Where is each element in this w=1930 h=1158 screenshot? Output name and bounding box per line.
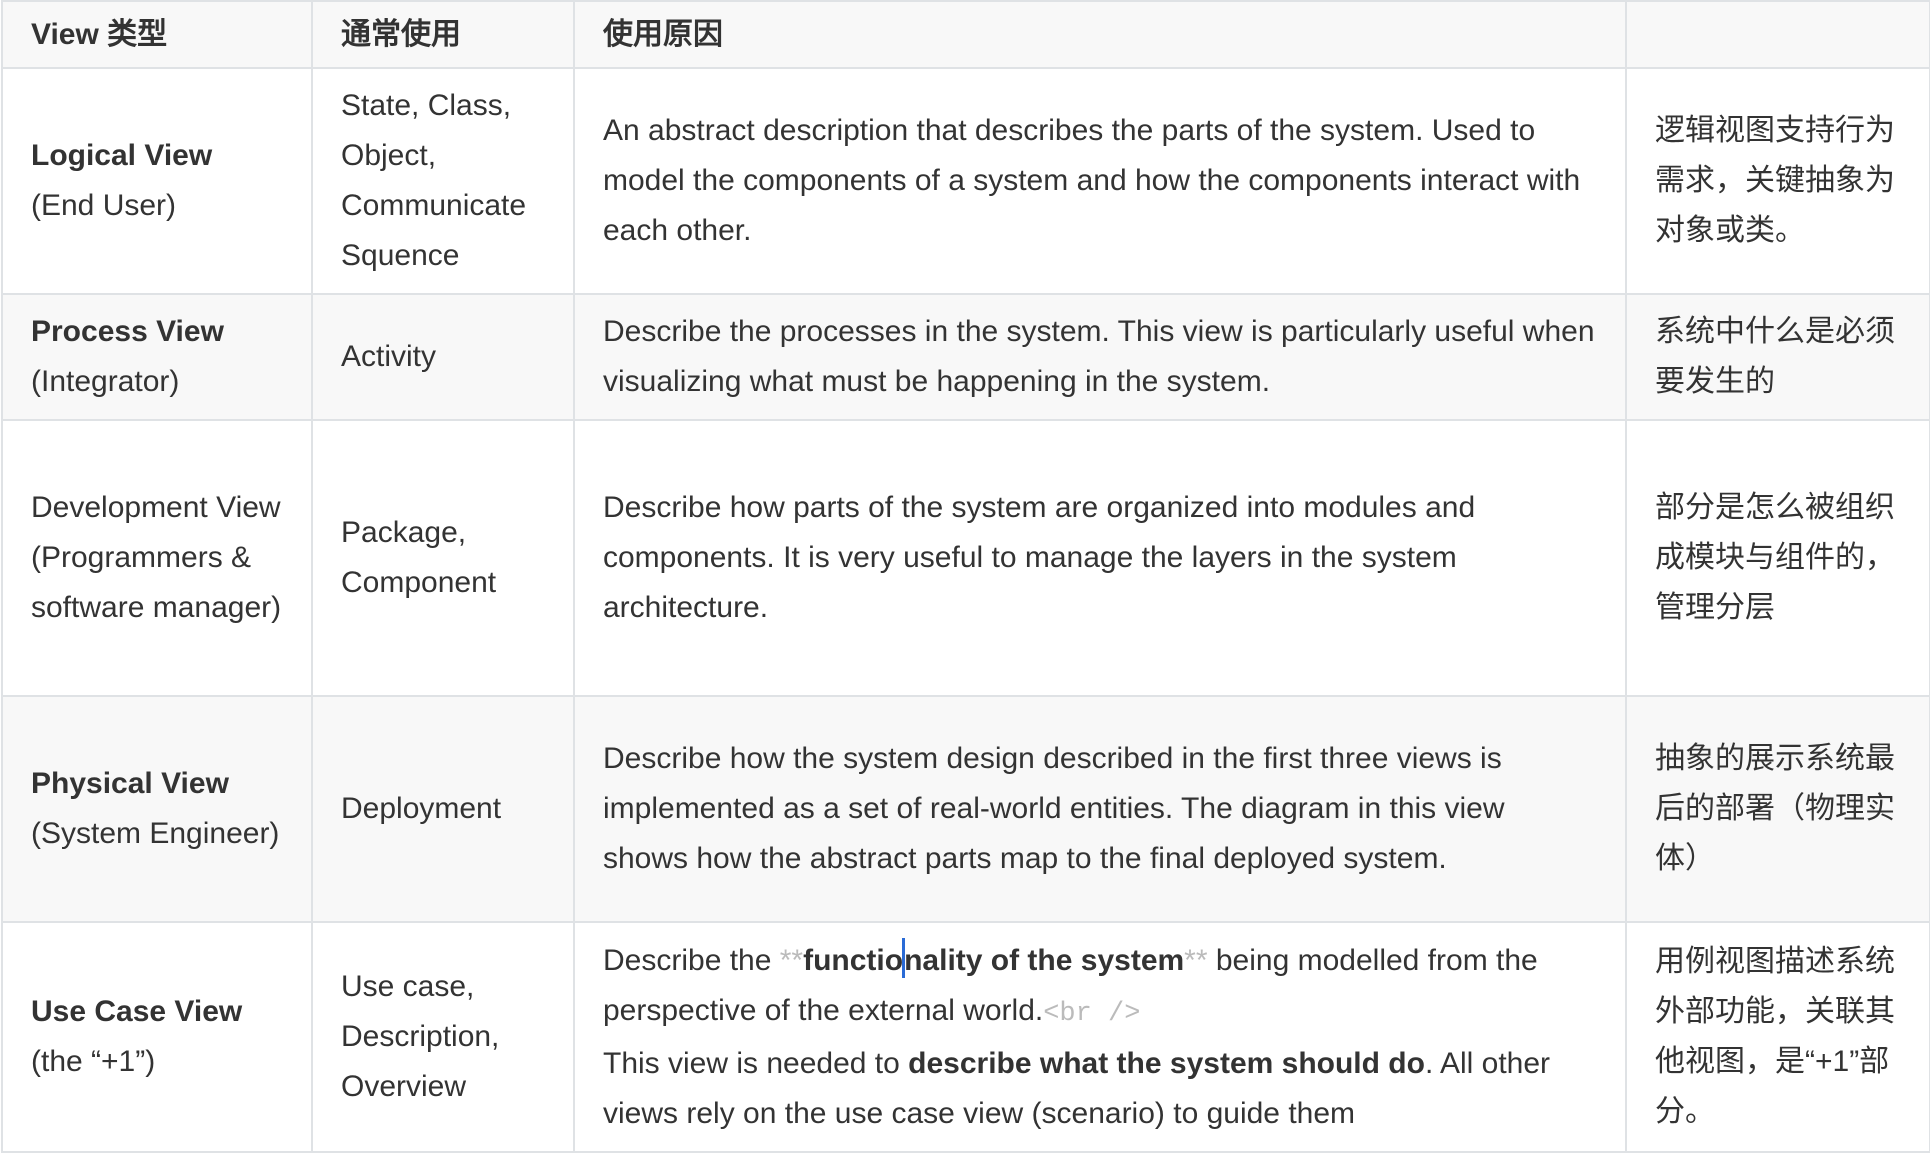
note-cell[interactable]: 用例视图描述系统外部功能，关联其他视图，是“+1”部分。	[1625, 921, 1930, 1153]
usage-cell[interactable]: Package, Component	[311, 419, 575, 697]
view-role: (the “+1”)	[31, 1045, 156, 1078]
note-cell[interactable]: 部分是怎么被组织成模块与组件的，管理分层	[1625, 419, 1930, 697]
markdown-bold-marker: **	[779, 943, 804, 977]
bold-text: functio	[803, 943, 904, 977]
view-cell[interactable]: Physical View (System Engineer)	[1, 695, 313, 923]
table-row: Use Case View (the “+1”) Use case, Descri…	[1, 921, 1930, 1153]
reason-cell[interactable]: Describe how parts of the system are org…	[573, 419, 1627, 697]
html-br-tag: <br />	[1043, 998, 1141, 1029]
usage-cell[interactable]: State, Class, Object, Communicate Squenc…	[311, 67, 575, 295]
view-name: Logical View	[31, 139, 213, 172]
view-cell[interactable]: Process View (Integrator)	[1, 293, 313, 421]
view-cell[interactable]: Use Case View (the “+1”)	[1, 921, 313, 1153]
header-reason[interactable]: 使用原因	[573, 0, 1627, 69]
header-usage[interactable]: 通常使用	[311, 0, 575, 69]
header-note[interactable]	[1625, 0, 1930, 69]
view-cell[interactable]: Logical View (End User)	[1, 67, 313, 295]
reason-cell[interactable]: An abstract description that describes t…	[573, 67, 1627, 295]
view-role: (End User)	[31, 189, 177, 222]
view-role: (System Engineer)	[31, 817, 280, 850]
table-row: Physical View (System Engineer) Deploymen…	[1, 695, 1930, 923]
table-row: Logical View (End User) State, Class, Obj…	[1, 67, 1930, 295]
view-role: (Integrator)	[31, 365, 180, 398]
table-row: Process View (Integrator) Activity Descri…	[1, 293, 1930, 421]
view-name: Process View	[31, 315, 224, 348]
header-view-type[interactable]: View 类型	[1, 0, 313, 69]
view-name: Use Case View	[31, 995, 243, 1028]
note-cell[interactable]: 逻辑视图支持行为需求，关键抽象为对象或类。	[1625, 67, 1930, 295]
table-row: Development View (Programmers & software…	[1, 419, 1930, 697]
usage-cell[interactable]: Activity	[311, 293, 575, 421]
reason-cell[interactable]: Describe the processes in the system. Th…	[573, 293, 1627, 421]
view-name: Physical View	[31, 767, 229, 800]
note-cell[interactable]: 系统中什么是必须要发生的	[1625, 293, 1930, 421]
header-row: View 类型 通常使用 使用原因	[1, 0, 1930, 69]
reason-text: Describe the	[603, 943, 780, 977]
markdown-bold-marker: **	[1184, 943, 1208, 977]
bold-text: describe what the system should do	[908, 1046, 1425, 1080]
reason-text: This view is needed to	[603, 1046, 909, 1080]
usage-cell[interactable]: Use case, Description, Overview	[311, 921, 575, 1153]
reason-cell-editing[interactable]: Describe the **functionality of the syst…	[573, 921, 1627, 1153]
usage-cell[interactable]: Deployment	[311, 695, 575, 923]
views-table: View 类型 通常使用 使用原因 Logical View (End User)…	[1, 0, 1930, 1153]
note-cell[interactable]: 抽象的展示系统最后的部署（物理实体）	[1625, 695, 1930, 923]
bold-text: nality of the system	[904, 943, 1185, 977]
reason-cell[interactable]: Describe how the system design described…	[573, 695, 1627, 923]
view-cell[interactable]: Development View (Programmers & software…	[1, 419, 313, 697]
